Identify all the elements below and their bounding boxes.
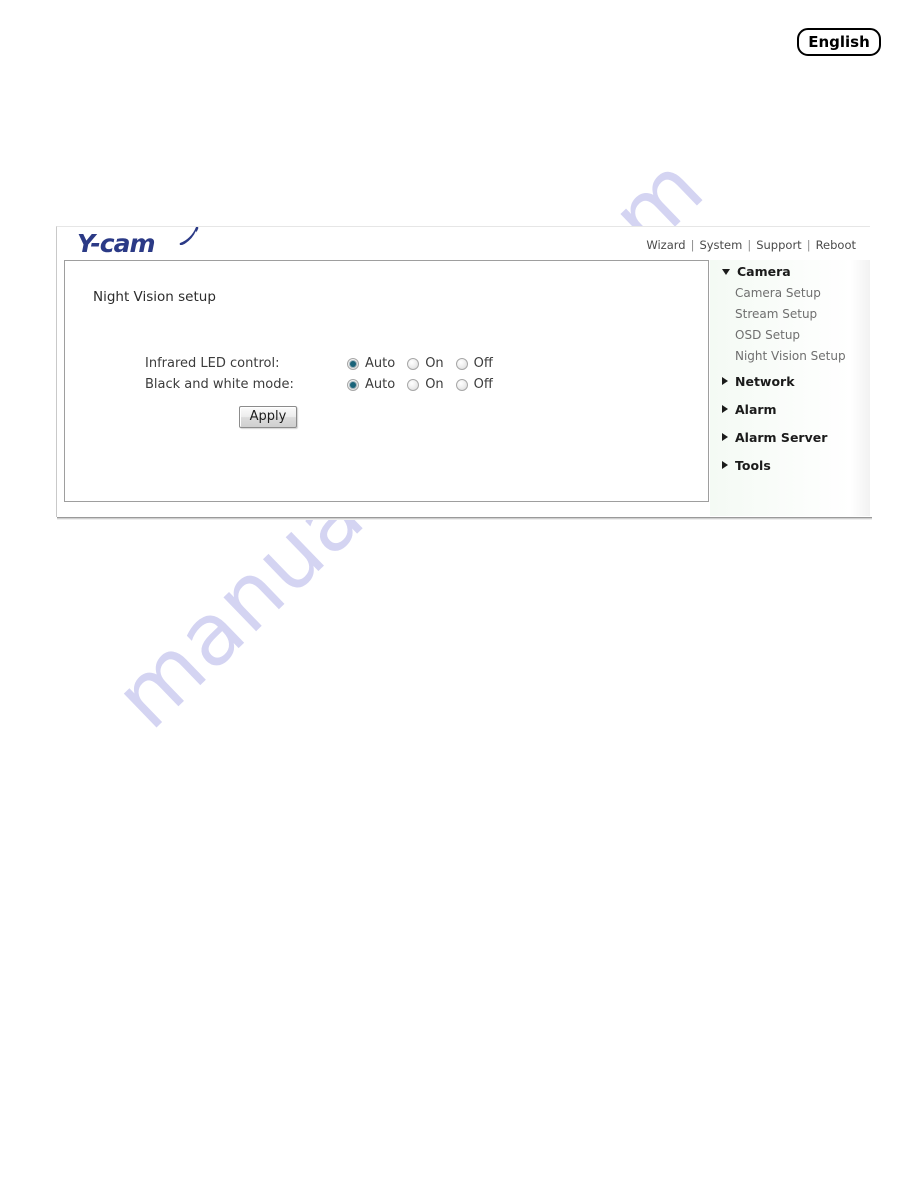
form-row-infrared-led-control: Infrared LED control: Auto On Off bbox=[145, 353, 665, 374]
radio-dot-icon bbox=[455, 378, 468, 391]
widget-header: Y-cam Wizard | System | Support | Reboot bbox=[57, 227, 870, 260]
ycam-logo: Y-cam bbox=[77, 227, 207, 259]
nav-separator: | bbox=[690, 238, 695, 252]
sidebar-item-night-vision-setup[interactable]: Night Vision Setup bbox=[710, 345, 870, 366]
nav-separator: | bbox=[806, 238, 811, 252]
nav-link-wizard[interactable]: Wizard bbox=[645, 238, 686, 252]
nav-link-reboot[interactable]: Reboot bbox=[815, 238, 857, 252]
caret-right-icon bbox=[722, 461, 728, 469]
apply-button-wrapper: Apply bbox=[145, 406, 391, 428]
radio-label-infrared-on: On bbox=[425, 356, 444, 371]
apply-button[interactable]: Apply bbox=[238, 406, 298, 428]
radio-infrared-off[interactable]: Off bbox=[455, 356, 493, 371]
sidebar-group-label-alarm-server: Alarm Server bbox=[735, 429, 828, 445]
language-badge-label: English bbox=[808, 32, 870, 51]
sidebar-group-tools[interactable]: Tools bbox=[710, 454, 870, 476]
radio-dot-icon bbox=[347, 378, 359, 391]
sidebar-item-osd-setup[interactable]: OSD Setup bbox=[710, 324, 870, 345]
radio-dot-icon bbox=[407, 378, 420, 391]
radio-group-infrared-led-control: Auto On Off bbox=[347, 356, 505, 371]
label-black-and-white-mode: Black and white mode: bbox=[145, 377, 294, 392]
caret-right-icon bbox=[722, 405, 728, 413]
radio-dot-icon bbox=[455, 357, 468, 370]
sidebar-group-label-network: Network bbox=[735, 373, 795, 389]
sidebar-navigation: Camera Camera Setup Stream Setup OSD Set… bbox=[710, 260, 870, 516]
content-panel: Night Vision setup Infrared LED control:… bbox=[64, 260, 709, 502]
radio-label-bw-auto: Auto bbox=[365, 377, 396, 392]
sidebar-group-label-tools: Tools bbox=[735, 457, 771, 473]
caret-right-icon bbox=[722, 433, 728, 441]
sidebar-item-label: Stream Setup bbox=[735, 306, 818, 321]
sidebar-group-label-camera: Camera bbox=[737, 263, 791, 279]
ycam-logo-text: Y-cam bbox=[77, 229, 156, 258]
nav-separator: | bbox=[747, 238, 752, 252]
sidebar-group-label-alarm: Alarm bbox=[735, 401, 777, 417]
radio-infrared-on[interactable]: On bbox=[407, 356, 444, 371]
top-navigation: Wizard | System | Support | Reboot bbox=[645, 238, 857, 252]
radio-dot-icon bbox=[407, 357, 420, 370]
sidebar-item-label: Camera Setup bbox=[735, 285, 821, 300]
wifi-arc-icon bbox=[179, 227, 199, 245]
radio-label-bw-off: Off bbox=[473, 377, 493, 392]
radio-label-infrared-off: Off bbox=[473, 356, 493, 371]
sidebar-item-label: OSD Setup bbox=[735, 327, 801, 342]
radio-infrared-auto[interactable]: Auto bbox=[347, 356, 395, 371]
language-badge[interactable]: English bbox=[797, 28, 881, 56]
sidebar-item-stream-setup[interactable]: Stream Setup bbox=[710, 303, 870, 324]
nav-link-support[interactable]: Support bbox=[755, 238, 802, 252]
sidebar-item-camera-setup[interactable]: Camera Setup bbox=[710, 282, 870, 303]
sidebar-group-camera[interactable]: Camera bbox=[710, 260, 870, 282]
radio-bw-on[interactable]: On bbox=[407, 377, 444, 392]
night-vision-form: Infrared LED control: Auto On Off Black … bbox=[145, 353, 665, 395]
caret-right-icon bbox=[722, 377, 728, 385]
radio-label-infrared-auto: Auto bbox=[365, 356, 396, 371]
nav-link-system[interactable]: System bbox=[698, 238, 743, 252]
camera-web-ui-window: Y-cam Wizard | System | Support | Reboot Night… bbox=[56, 226, 872, 520]
page-watermark: manualshive.com bbox=[0, 0, 918, 1188]
sidebar-group-network[interactable]: Network bbox=[710, 370, 870, 392]
sidebar-group-alarm[interactable]: Alarm bbox=[710, 398, 870, 420]
page-title: Night Vision setup bbox=[93, 289, 216, 305]
radio-group-black-and-white-mode: Auto On Off bbox=[347, 377, 505, 392]
sidebar-group-alarm-server[interactable]: Alarm Server bbox=[710, 426, 870, 448]
radio-dot-icon bbox=[347, 357, 359, 370]
radio-label-bw-on: On bbox=[425, 377, 444, 392]
form-row-black-and-white-mode: Black and white mode: Auto On Off bbox=[145, 374, 665, 395]
radio-bw-off[interactable]: Off bbox=[455, 377, 493, 392]
label-infrared-led-control: Infrared LED control: bbox=[145, 356, 280, 371]
caret-down-icon bbox=[722, 269, 730, 275]
sidebar-item-label: Night Vision Setup bbox=[735, 348, 846, 363]
radio-bw-auto[interactable]: Auto bbox=[347, 377, 395, 392]
